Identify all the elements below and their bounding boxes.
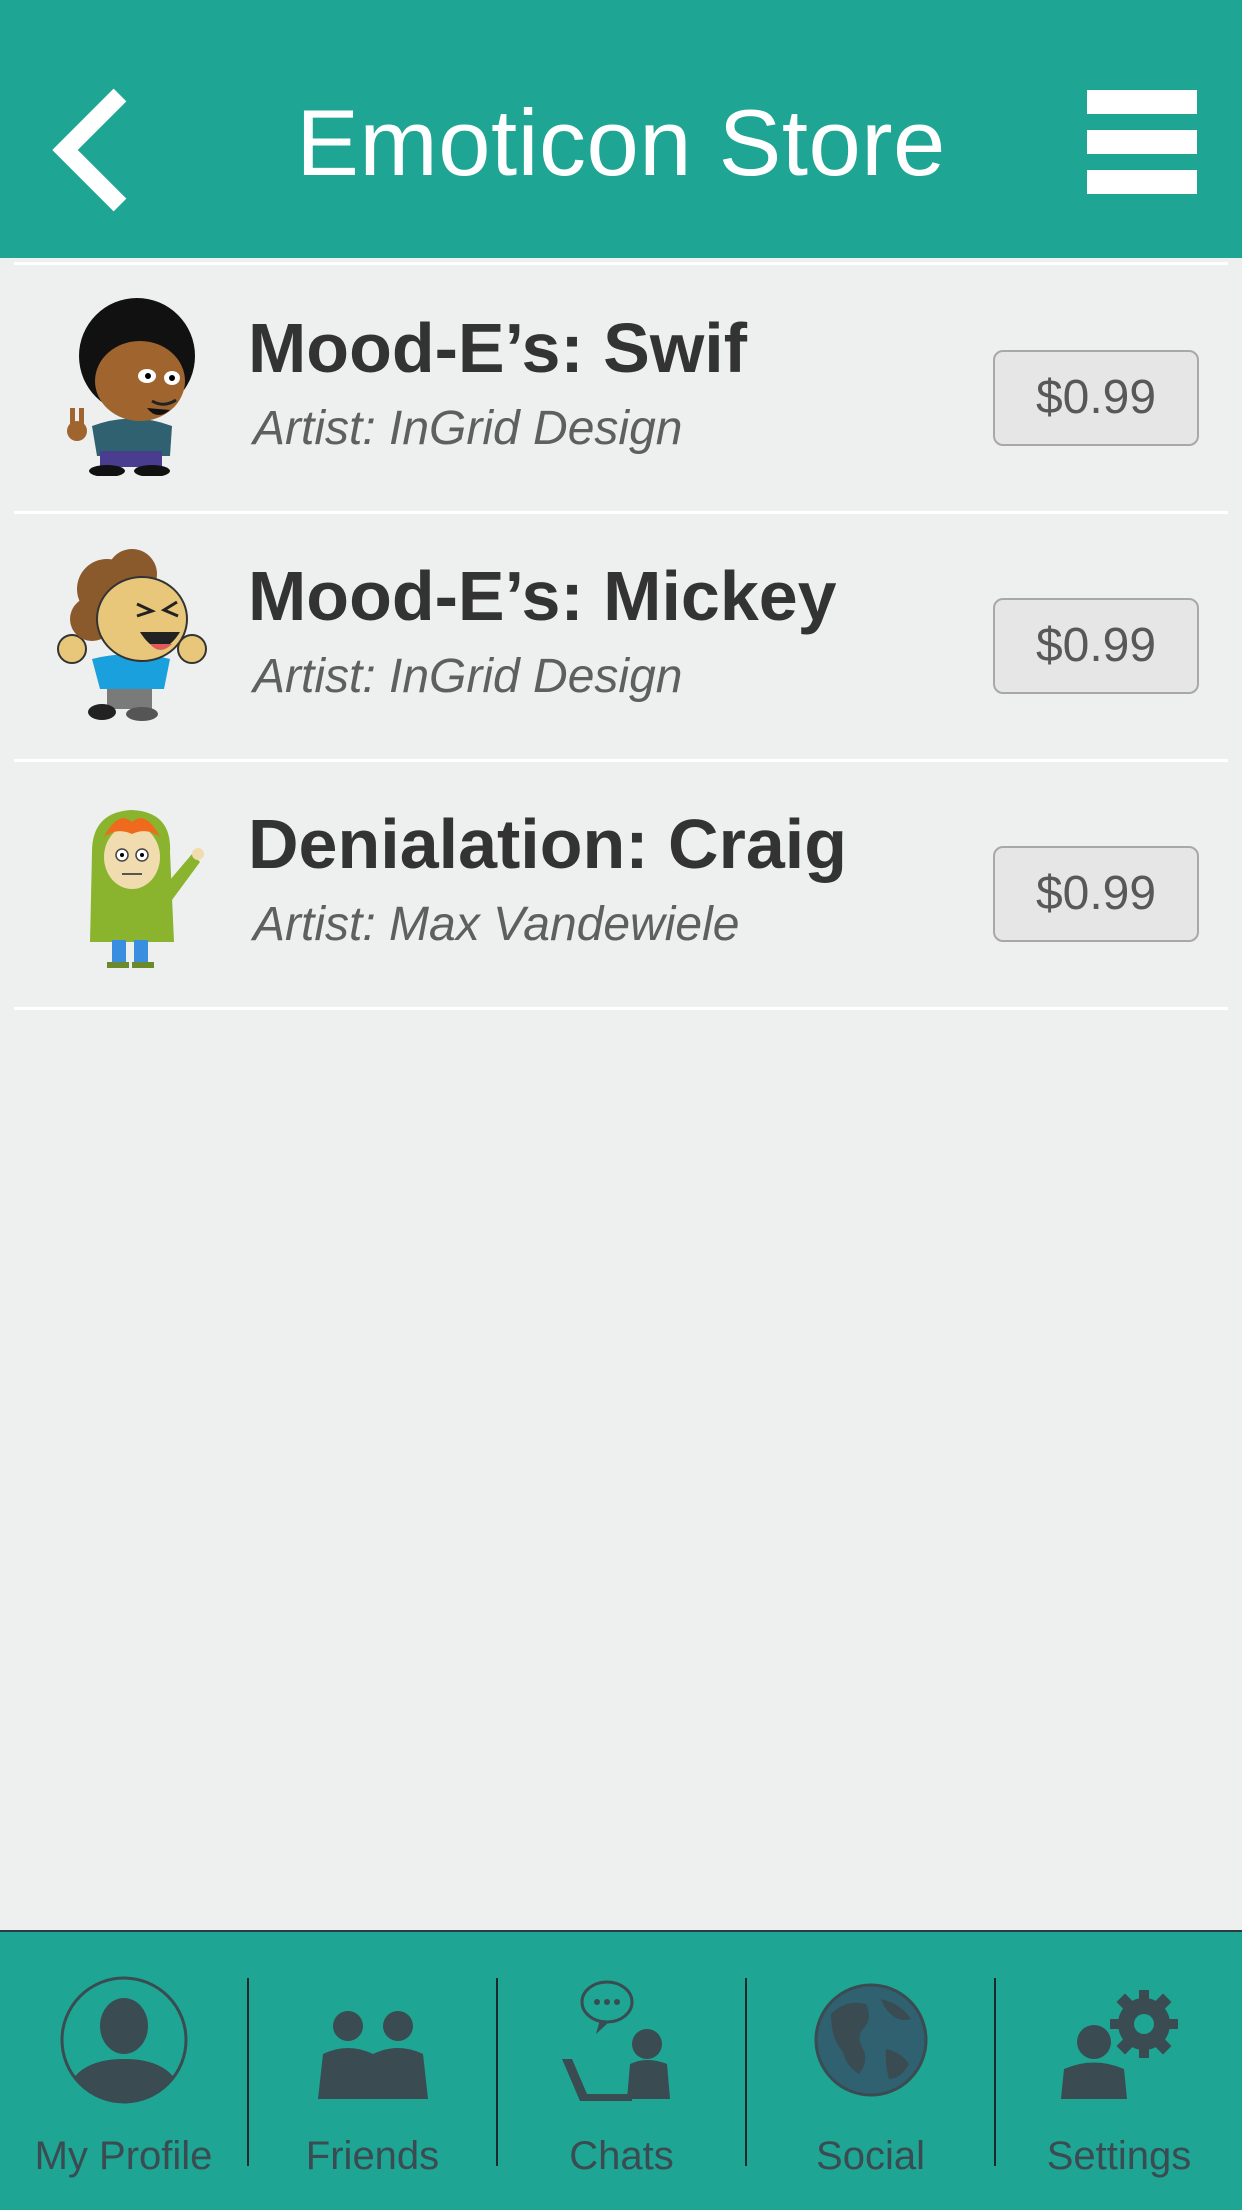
pack-artist: Artist: InGrid Design xyxy=(253,402,683,455)
tab-label: Social xyxy=(816,2134,925,2178)
list-item[interactable]: Mood-E’s: Swif Artist: InGrid Design $0.… xyxy=(0,266,1242,514)
tab-chats[interactable]: Chats xyxy=(498,1932,745,2210)
pack-name: Mood-E’s: Swif xyxy=(248,309,748,387)
tab-social[interactable]: Social xyxy=(747,1932,994,2210)
menu-button[interactable] xyxy=(1087,90,1197,194)
buy-button[interactable]: $0.99 xyxy=(993,350,1199,446)
friends-icon xyxy=(317,2011,428,2099)
tab-label: Chats xyxy=(569,2134,674,2178)
page-title: Emoticon Store xyxy=(296,90,946,195)
list-item[interactable]: Denialation: Craig Artist: Max Vandewiel… xyxy=(0,762,1242,1010)
divider xyxy=(14,1007,1228,1010)
tab-friends[interactable]: Friends xyxy=(249,1932,496,2210)
tab-label: My Profile xyxy=(34,2134,213,2178)
divider xyxy=(14,262,1228,265)
list-item[interactable]: Mood-E’s: Mickey Artist: InGrid Design $… xyxy=(0,514,1242,762)
globe-icon xyxy=(814,1983,927,2097)
emoticon-craig-avatar xyxy=(90,810,204,968)
chats-icon xyxy=(561,1980,670,2101)
tab-settings[interactable]: Settings xyxy=(996,1932,1242,2210)
emoticon-swif-avatar xyxy=(67,298,195,476)
pack-name: Denialation: Craig xyxy=(248,805,847,883)
buy-button[interactable]: $0.99 xyxy=(993,598,1199,694)
pack-artist: Artist: Max Vandewiele xyxy=(253,898,740,951)
settings-gear-icon xyxy=(1061,1990,1178,2099)
pack-name: Mood-E’s: Mickey xyxy=(248,557,837,635)
tab-label: Friends xyxy=(305,2134,440,2178)
hamburger-menu-icon xyxy=(1087,90,1197,114)
app-header: Emoticon Store xyxy=(0,0,1242,258)
emoticon-mickey-avatar xyxy=(57,549,207,721)
tab-bar: My Profile Friends Chats Social Settings xyxy=(0,1930,1242,2210)
tab-my-profile[interactable]: My Profile xyxy=(0,1932,247,2210)
tab-label: Settings xyxy=(1046,2134,1192,2178)
profile-icon xyxy=(60,1976,187,2104)
buy-button[interactable]: $0.99 xyxy=(993,846,1199,942)
pack-artist: Artist: InGrid Design xyxy=(253,650,683,703)
